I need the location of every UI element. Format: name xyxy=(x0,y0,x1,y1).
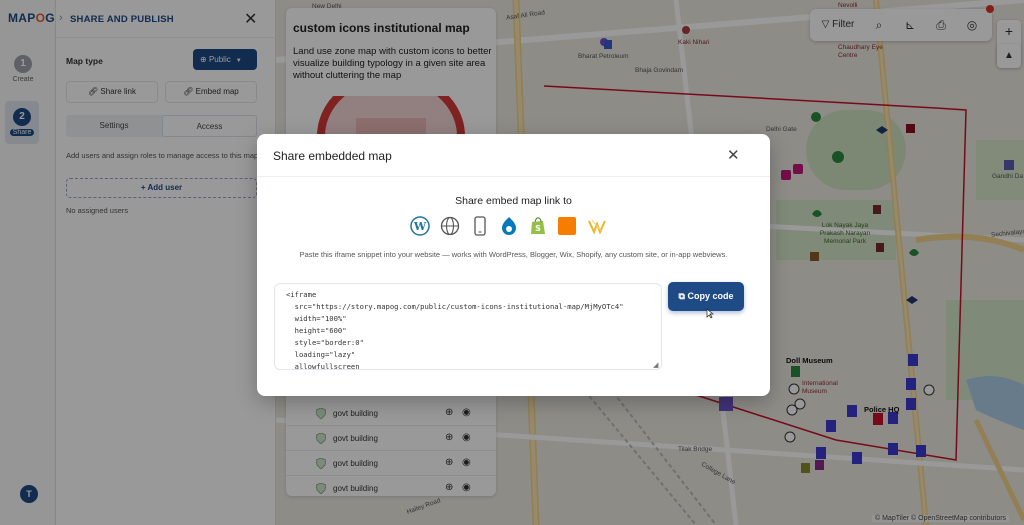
copy-code-button[interactable]: ⧉ Copy code xyxy=(668,282,744,311)
dialog-title: Share embedded map xyxy=(273,149,392,163)
share-to-heading: Share embed map link to xyxy=(455,195,572,207)
app-window: New Delhi Asaf Ali Road Bharat Petroleum… xyxy=(0,0,1024,525)
share-embed-dialog: Share embedded map ✕ Share embed map lin… xyxy=(257,134,770,396)
paste-instructions: Paste this iframe snippet into your webs… xyxy=(299,250,728,259)
embed-code-textarea[interactable]: <iframe src="https://story.mapog.com/pub… xyxy=(274,283,662,370)
mouse-cursor-icon xyxy=(706,308,714,319)
copy-code-label: Copy code xyxy=(687,291,734,301)
shopify-icon[interactable]: S xyxy=(528,216,548,236)
resize-handle[interactable]: ◢ xyxy=(653,361,658,369)
close-icon[interactable]: ✕ xyxy=(727,146,740,164)
svg-text:S: S xyxy=(535,224,541,233)
web-icon[interactable] xyxy=(440,216,460,236)
wordpress-icon[interactable]: W xyxy=(410,216,430,236)
mobile-icon[interactable] xyxy=(470,216,490,236)
embed-code: <iframe src="https://story.mapog.com/pub… xyxy=(286,290,624,370)
wix-icon[interactable] xyxy=(587,216,607,236)
svg-text:W: W xyxy=(413,220,427,233)
divider xyxy=(257,176,770,177)
copy-icon: ⧉ xyxy=(678,291,685,301)
drupal-icon[interactable] xyxy=(499,216,519,236)
blogger-icon[interactable] xyxy=(557,216,577,236)
